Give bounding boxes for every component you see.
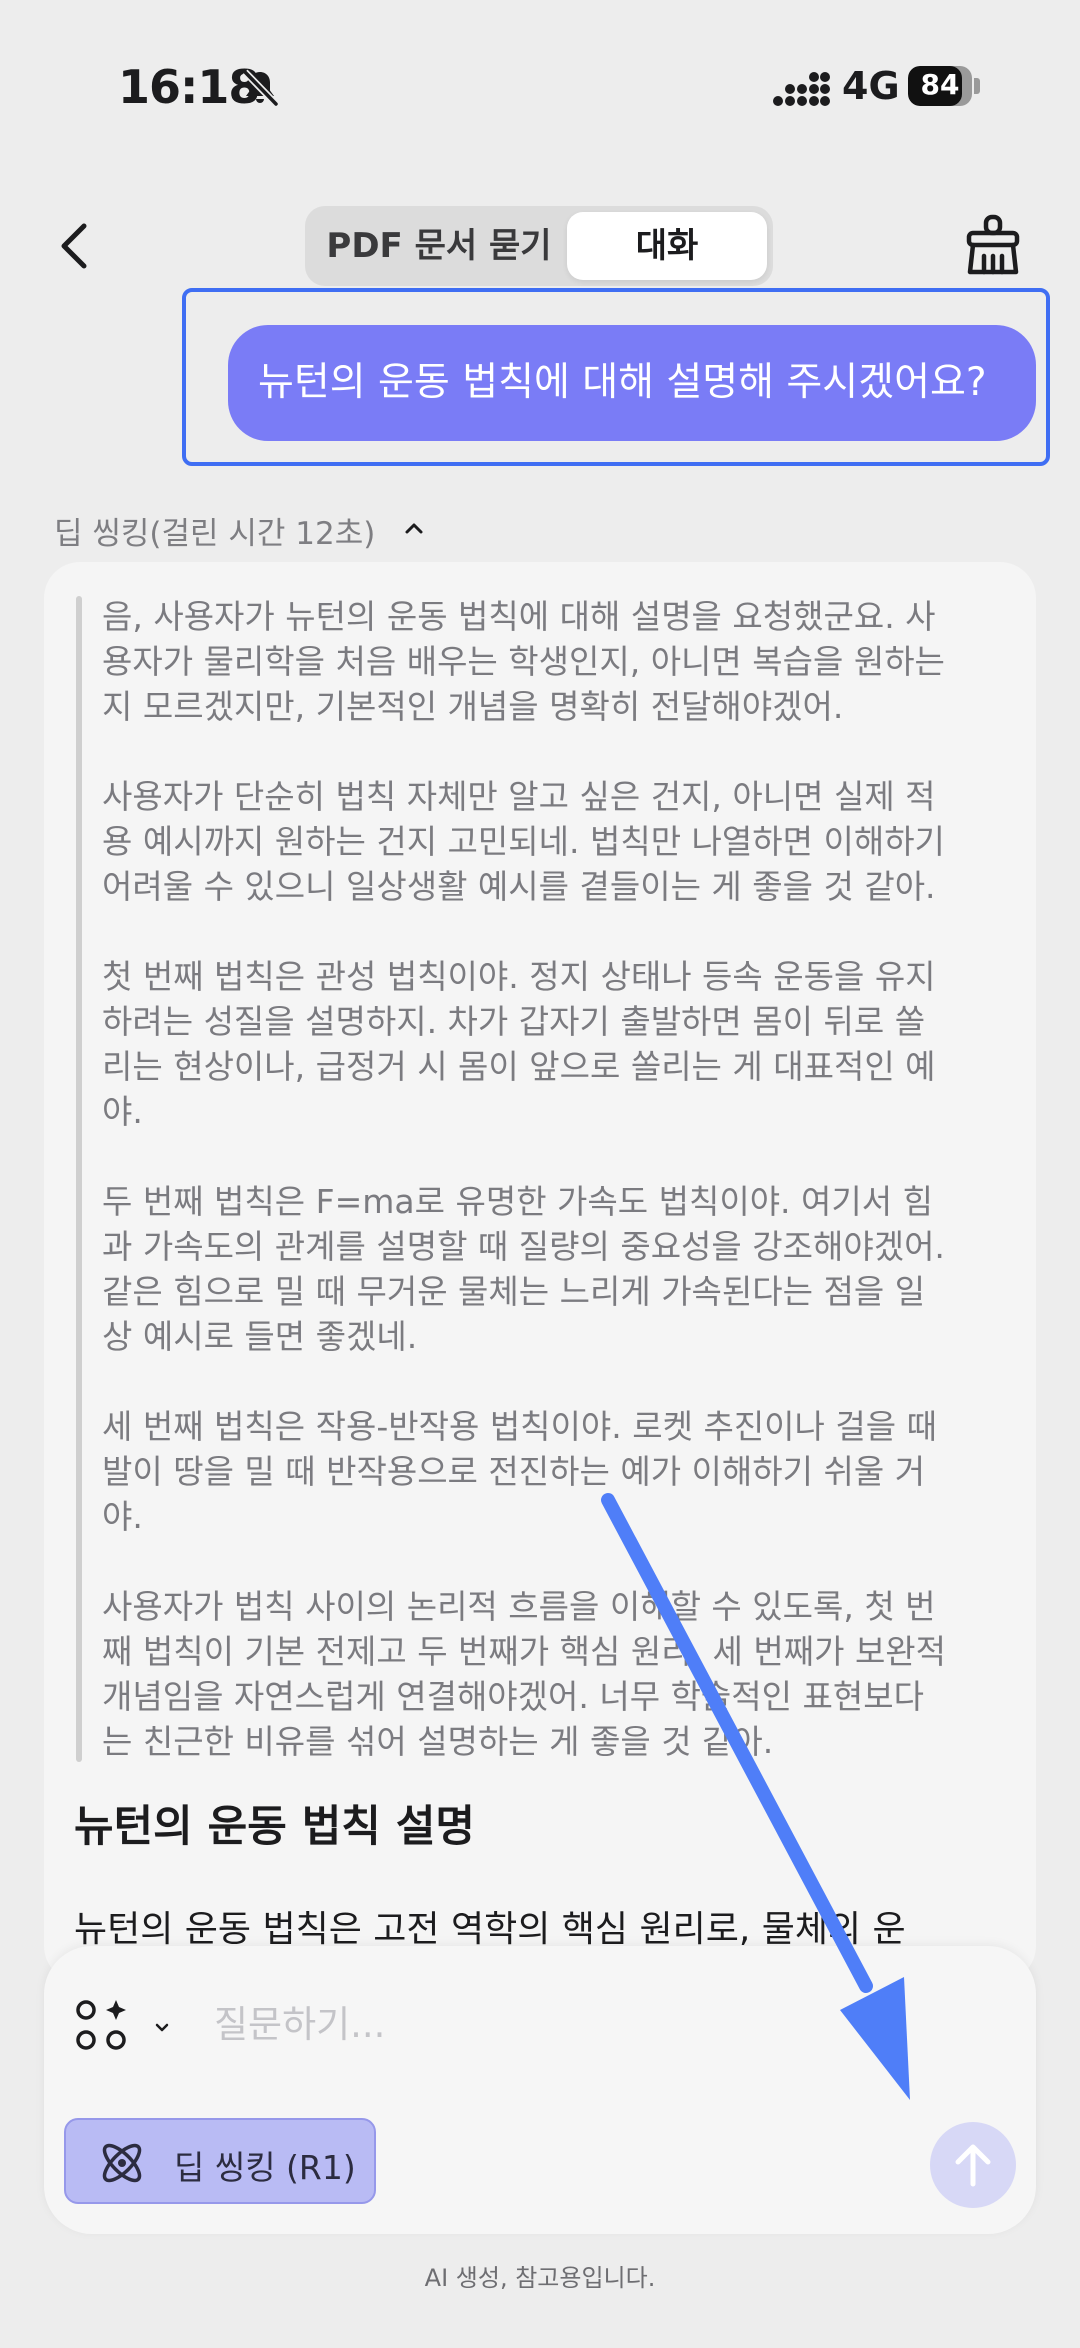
- thinking-header[interactable]: 딥 씽킹(걸린 시간 12초): [54, 508, 375, 553]
- deepthink-toggle-button[interactable]: 딥 씽킹 (R1): [64, 2118, 376, 2204]
- mode-switcher: PDF 문서 묻기 대화: [305, 206, 773, 286]
- network-label: 4G: [842, 64, 900, 108]
- thinking-quote-bar: [76, 596, 82, 1762]
- back-chevron-icon[interactable]: [50, 218, 100, 274]
- signal-icon: [773, 72, 830, 106]
- battery-percentage: 84: [920, 68, 960, 101]
- thinking-paragraph: 음, 사용자가 뉴턴의 운동 법칙에 대해 설명을 요청했군요. 사 용자가 물…: [102, 597, 945, 726]
- ai-disclaimer: AI 생성, 참고용입니다.: [424, 2264, 656, 2292]
- user-message-bubble: 뉴턴의 운동 법칙에 대해 설명해 주시겠어요?: [228, 325, 1036, 441]
- battery-indicator: 84: [908, 66, 980, 106]
- composer: 딥 씽킹 (R1): [44, 1946, 1036, 2234]
- answer-text: 뉴턴의 운동 법칙은 고전 역학의 핵심 원리로, 물체의 운: [74, 1909, 906, 1950]
- chevron-up-icon[interactable]: [403, 520, 425, 536]
- send-button[interactable]: [930, 2122, 1016, 2208]
- atom-icon: [102, 2143, 142, 2183]
- arrow-up-icon: [955, 2144, 991, 2187]
- thinking-paragraph: 세 번째 법칙은 작용-반작용 법칙이야. 로켓 추진이나 걸을 때 발이 땅을…: [102, 1407, 937, 1536]
- thinking-paragraph: 두 번째 법칙은 F=ma로 유명한 가속도 법칙이야. 여기서 힘 과 가속도…: [102, 1182, 945, 1356]
- response-card: 음, 사용자가 뉴턴의 운동 법칙에 대해 설명을 요청했군요. 사 용자가 물…: [44, 562, 1036, 1982]
- tab-pdf-ask[interactable]: PDF 문서 묻기: [311, 212, 567, 280]
- status-bar: 16:18 4G 84: [0, 0, 1080, 180]
- answer-heading: 뉴턴의 운동 법칙 설명: [74, 1802, 475, 1852]
- deepthink-label: 딥 씽킹 (R1): [174, 2148, 356, 2187]
- bell-off-icon: [242, 69, 279, 107]
- chevron-down-icon[interactable]: [154, 2022, 170, 2034]
- thinking-paragraph: 사용자가 법칙 사이의 논리적 흐름을 이해할 수 있도록, 첫 번 째 법칙이…: [102, 1587, 947, 1761]
- tab-chat[interactable]: 대화: [567, 212, 767, 280]
- broom-icon[interactable]: [964, 214, 1022, 276]
- thinking-paragraph: 첫 번째 법칙은 관성 법칙이야. 정지 상태나 등속 운동을 유지 하려는 성…: [102, 957, 936, 1131]
- thinking-paragraph: 사용자가 단순히 법칙 자체만 알고 싶은 건지, 아니면 실제 적 용 예시까…: [102, 777, 945, 906]
- question-input[interactable]: [214, 1988, 914, 2060]
- apps-sparkle-icon[interactable]: [74, 1998, 128, 2052]
